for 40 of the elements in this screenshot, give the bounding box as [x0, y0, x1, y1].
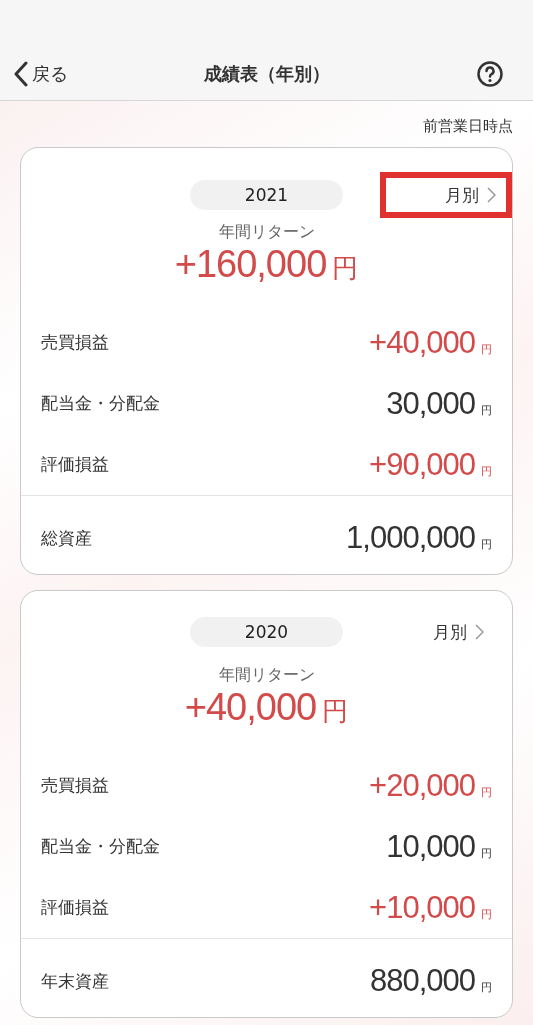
row-label: 評価損益 — [41, 453, 109, 476]
annual-return-label: 年間リターン — [217, 222, 316, 243]
currency-unit: 円 — [481, 341, 492, 357]
currency-unit: 円 — [481, 463, 492, 479]
currency-unit: 円 — [481, 845, 492, 861]
chevron-right-icon — [487, 187, 496, 203]
currency-unit: 円 — [481, 784, 492, 800]
currency-unit: 円 — [481, 980, 492, 995]
row-label: 売買損益 — [41, 331, 109, 354]
row-value: +40,000 — [369, 324, 475, 361]
row-value: 30,000 — [386, 385, 475, 422]
chevron-right-icon — [475, 624, 484, 640]
annual-return-value: +40,000 — [184, 686, 317, 729]
page-title: 成績表（年別） — [203, 62, 330, 86]
total-value: 880,000 — [369, 963, 475, 999]
row-label: 売買損益 — [41, 774, 109, 797]
row-label: 配当金・分配金 — [41, 392, 160, 415]
chevron-left-icon — [14, 61, 28, 87]
year-label: 2020 — [190, 617, 343, 647]
row-value: 10,000 — [386, 828, 475, 865]
currency-unit: 円 — [481, 402, 492, 418]
currency-unit: 円 — [322, 695, 349, 728]
currency-unit: 円 — [481, 537, 492, 552]
row-label: 配当金・分配金 — [41, 835, 160, 858]
annual-return-label: 年間リターン — [217, 665, 316, 686]
total-label: 総資産 — [41, 526, 92, 550]
row-label: 評価損益 — [41, 896, 109, 919]
row-value: +20,000 — [369, 767, 475, 804]
year-label: 2021 — [190, 180, 343, 210]
as-of-note: 前営業日時点 — [423, 117, 513, 136]
back-button[interactable]: 戻る — [14, 61, 68, 87]
annual-return-value: +160,000 — [174, 243, 327, 286]
row-value: +90,000 — [369, 446, 475, 483]
row-value: +10,000 — [369, 889, 475, 926]
total-value: 1,000,000 — [346, 520, 475, 556]
help-button[interactable] — [477, 61, 503, 87]
currency-unit: 円 — [481, 906, 492, 922]
monthly-link[interactable]: 月別 — [380, 172, 512, 218]
total-label: 年末資産 — [41, 969, 109, 993]
currency-unit: 円 — [332, 252, 359, 285]
